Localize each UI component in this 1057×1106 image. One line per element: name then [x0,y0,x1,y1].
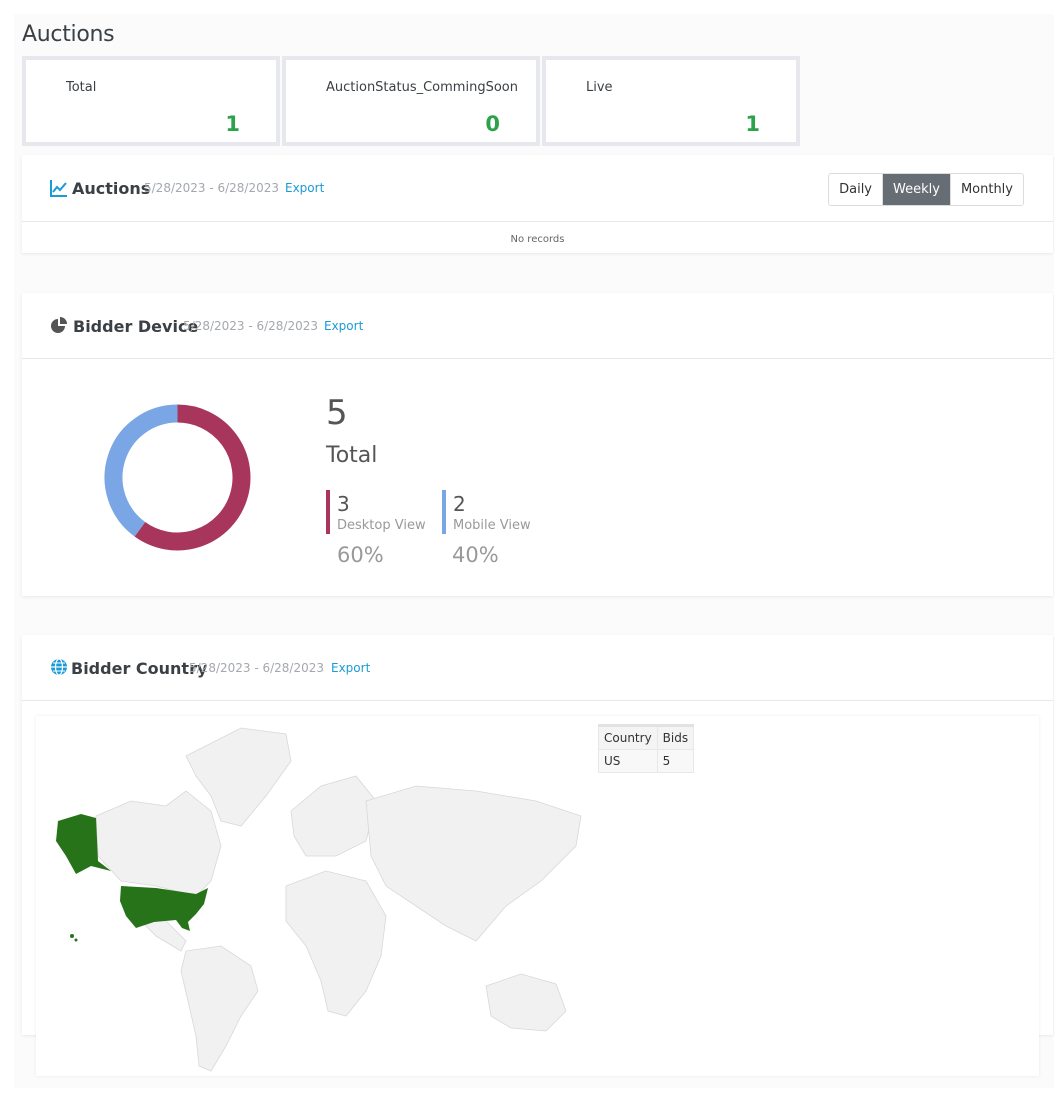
period-toggle: Daily Weekly Monthly [828,173,1024,206]
bidder-device-panel-header: Bidder Device 5/28/2023 - 6/28/2023 Expo… [22,293,1053,359]
device-total-value: 5 [326,393,348,433]
stat-label: AuctionStatus_CommingSoon [326,80,518,95]
geo-chart: Country Bids US 5 [36,716,1039,1076]
date-range: 5/28/2023 - 6/28/2023 [183,319,319,333]
pie-chart-icon [51,317,67,333]
panel-title: Bidder Country [71,659,208,678]
region-europe [290,775,377,857]
table-row: US 5 [598,749,695,773]
region-australia [485,973,567,1032]
legend-desktop: 3 Desktop View [326,490,436,534]
legend-percent: 60% [337,543,384,567]
country-bids-table: Country Bids US 5 [598,724,695,773]
empty-state-text: No records [510,234,565,245]
stat-label: Live [586,80,613,95]
line-chart-icon [50,180,67,197]
bidder-country-panel-header: Bidder Country 5/28/2023 - 6/28/2023 Exp… [22,635,1053,701]
donut-slice-0[interactable] [134,404,251,551]
donut-slice-1[interactable] [104,404,178,537]
daily-button[interactable]: Daily [829,174,884,205]
legend-color-bar [326,490,330,534]
globe-icon [51,658,67,676]
region-hawaii [70,934,74,938]
region-canada [95,790,222,897]
date-range: 5/28/2023 - 6/28/2023 [189,661,325,675]
stat-value: 0 [485,112,500,136]
device-donut-chart [104,404,251,551]
device-total-label: Total [326,443,378,468]
export-link[interactable]: Export [331,661,370,675]
table-header-cell[interactable]: Country [598,724,658,750]
stat-card-coming-soon: AuctionStatus_CommingSoon 0 [282,56,540,146]
region-asia [365,785,582,942]
auctions-panel: Auctions 5/28/2023 - 6/28/2023 Export Da… [22,155,1053,253]
stat-card-live: Live 1 [542,56,800,146]
page-title: Auctions [22,22,115,47]
auctions-panel-header: Auctions 5/28/2023 - 6/28/2023 Export Da… [22,155,1053,222]
legend-value: 2 [453,492,466,516]
stat-label: Total [66,80,97,95]
world-map [56,727,582,1072]
stat-card-total: Total 1 [22,56,280,146]
monthly-button[interactable]: Monthly [950,174,1023,205]
panel-title: Auctions [72,179,151,198]
legend-color-bar [442,490,446,534]
export-link[interactable]: Export [285,181,324,195]
table-cell: US [598,749,658,773]
table-header-cell[interactable]: Bids [656,724,695,750]
table-cell: 5 [656,749,695,773]
legend-label: Desktop View [337,518,426,533]
legend-percent: 40% [452,543,499,567]
stat-value: 1 [225,112,240,136]
table-header-row: Country Bids [598,724,695,750]
export-link[interactable]: Export [324,319,363,333]
bidder-device-panel: Bidder Device 5/28/2023 - 6/28/2023 Expo… [22,293,1053,596]
region-south-america [180,945,259,1072]
legend-label: Mobile View [453,518,531,533]
weekly-button[interactable]: Weekly [883,174,951,205]
stat-value: 1 [745,112,760,136]
date-range: 5/28/2023 - 6/28/2023 [144,181,280,195]
legend-value: 3 [337,492,350,516]
region-hawaii [74,938,78,942]
region-africa [285,870,387,1017]
panel-title: Bidder Device [73,317,199,336]
legend-mobile: 2 Mobile View [442,490,552,534]
